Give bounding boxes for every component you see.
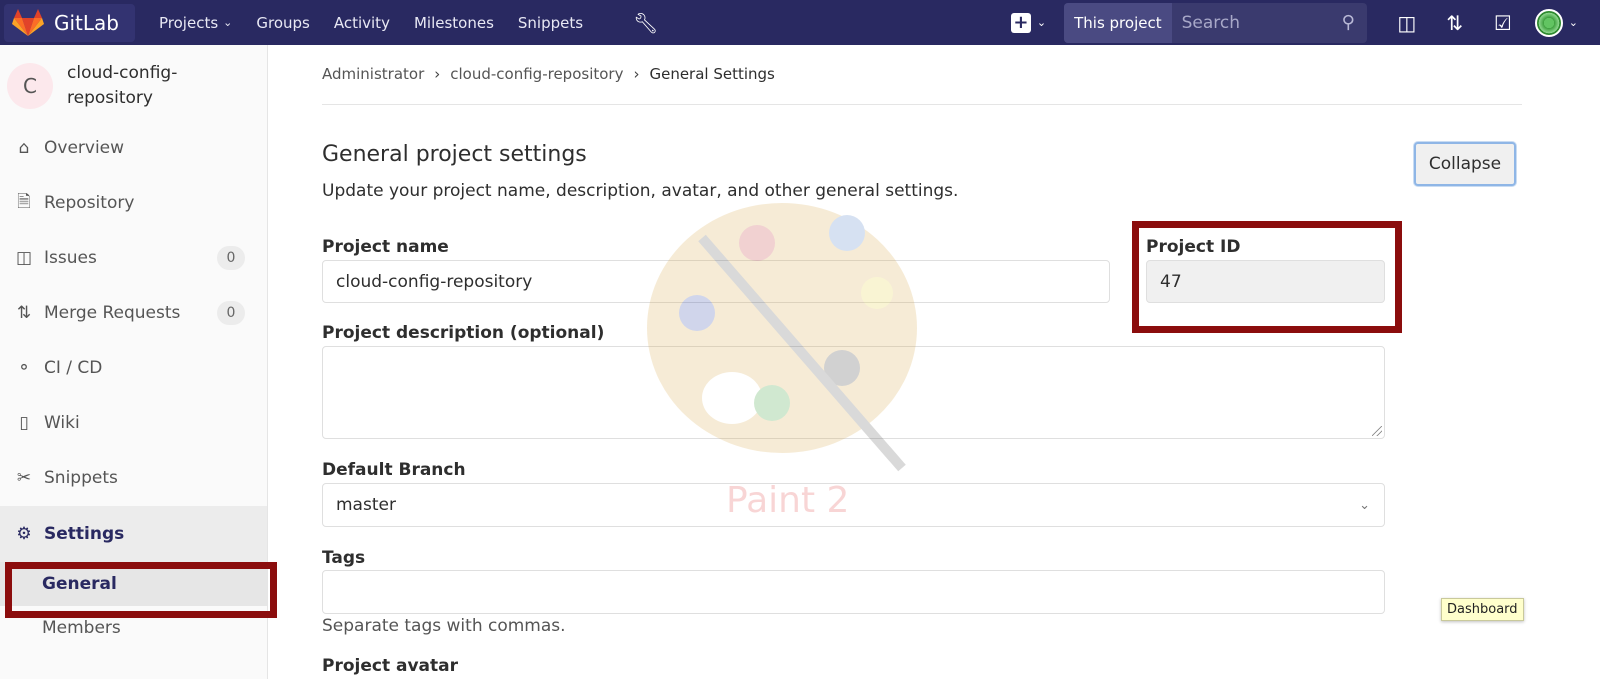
project-id-highlight — [1132, 221, 1402, 333]
sidebar-item-label: Wiki — [44, 413, 80, 433]
default-branch-select[interactable]: master ⌄ — [322, 483, 1385, 527]
merge-request-icon[interactable]: ⇅ — [1431, 11, 1479, 35]
project-name-value: cloud-config-repository — [336, 271, 533, 292]
resize-handle-icon[interactable] — [1372, 426, 1382, 436]
nav-milestones-label: Milestones — [413, 13, 494, 32]
search-icon[interactable]: ⚲ — [1342, 12, 1355, 33]
sidebar-item-snippets[interactable]: ✂︎ Snippets — [0, 453, 267, 503]
search-box: This project ⚲ — [1064, 2, 1367, 43]
new-dropdown-button[interactable]: + ⌄ — [1010, 12, 1047, 33]
sidebar-item-label: Issues — [44, 248, 97, 268]
sidebar-item-merge-requests[interactable]: ⇅ Merge Requests 0 — [0, 288, 267, 338]
breadcrumb-current[interactable]: General Settings — [649, 65, 774, 83]
rocket-icon: ⚬ — [16, 358, 32, 378]
avatar — [1534, 8, 1563, 37]
user-menu[interactable]: ⌄ — [1534, 8, 1578, 37]
sidebar-item-ci-cd[interactable]: ⚬ CI / CD — [0, 343, 267, 393]
merge-requests-count-badge: 0 — [217, 301, 245, 325]
tags-help-text: Separate tags with commas. — [322, 616, 566, 636]
sidebar-item-label: Repository — [44, 193, 135, 213]
nav-snippets[interactable]: Snippets — [518, 14, 583, 32]
sidebar-item-label: Snippets — [44, 468, 118, 488]
section-title: General project settings — [322, 142, 587, 167]
chevron-down-icon: ⌄ — [1036, 16, 1047, 29]
sidebar-item-label: Settings — [44, 524, 125, 544]
main-content: Administrator › cloud-config-repository … — [268, 45, 1600, 679]
paint-palette-watermark-icon — [647, 203, 917, 472]
sidebar-item-label: Overview — [44, 138, 125, 158]
search-scope[interactable]: This project — [1064, 2, 1172, 43]
default-branch-label: Default Branch — [322, 460, 466, 480]
nav-projects-label: Projects — [159, 13, 219, 32]
scissors-icon: ✂︎ — [16, 468, 32, 488]
description-label: Project description (optional) — [322, 323, 605, 343]
nav-groups-label: Groups — [256, 13, 310, 32]
sidebar-item-overview[interactable]: ⌂ Overview — [0, 123, 267, 173]
sidebar-item-repository[interactable]: 🗎︎ Repository — [0, 178, 267, 228]
nav-snippets-label: Snippets — [517, 13, 584, 32]
general-highlight — [5, 562, 277, 618]
issues-icon: ◫ — [15, 248, 33, 268]
chevron-down-icon: ⌄ — [1359, 497, 1370, 513]
sidebar-item-settings[interactable]: ⚙︎ Settings — [0, 506, 267, 562]
breadcrumb: Administrator › cloud-config-repository … — [322, 65, 775, 83]
chevron-down-icon: ⌄ — [223, 16, 233, 29]
issues-icon[interactable]: ◫ — [1383, 11, 1431, 35]
todo-check-icon[interactable]: ☑ — [1479, 11, 1527, 35]
sidebar-item-issues[interactable]: ◫ Issues 0 — [0, 233, 267, 283]
top-navbar: GitLab Projects ⌄ Groups Activity Milesto… — [0, 0, 1600, 45]
tags-input[interactable] — [322, 570, 1385, 614]
divider — [322, 104, 1522, 105]
brand-name: GitLab — [54, 10, 119, 35]
project-name-label: Project name — [322, 237, 449, 257]
sidebar-item-wiki[interactable]: ▯ Wiki — [0, 398, 267, 448]
project-avatar: C — [7, 63, 53, 109]
search-input[interactable] — [1171, 2, 1342, 43]
breadcrumb-project[interactable]: cloud-config-repository — [450, 65, 623, 83]
breadcrumb-separator-icon: › — [434, 65, 441, 83]
nav-activity-label: Activity — [333, 13, 390, 32]
document-icon: 🗎︎ — [17, 191, 31, 212]
dashboard-tooltip: Dashboard — [1441, 598, 1524, 621]
gitlab-logo-icon — [12, 8, 44, 36]
breadcrumb-administrator[interactable]: Administrator — [322, 65, 424, 83]
breadcrumb-separator-icon: › — [633, 65, 640, 83]
nav-projects[interactable]: Projects ⌄ — [159, 14, 232, 32]
nav-groups[interactable]: Groups — [256, 14, 309, 32]
nav-milestones[interactable]: Milestones — [414, 14, 494, 32]
book-icon: ▯ — [19, 413, 29, 433]
tags-label: Tags — [322, 548, 366, 568]
chevron-down-icon: ⌄ — [1568, 16, 1578, 29]
sidebar-subitem-label: Members — [42, 618, 121, 638]
project-header[interactable]: C cloud-config-repository — [0, 45, 267, 127]
issues-count-badge: 0 — [217, 246, 245, 270]
wrench-icon[interactable]: 🔧︎ — [633, 11, 658, 35]
sidebar-item-label: Merge Requests — [44, 303, 181, 323]
collapse-button[interactable]: Collapse — [1414, 142, 1516, 186]
watermark-text: Paint 2 — [726, 480, 850, 521]
default-branch-value: master — [336, 495, 396, 515]
gear-icon: ⚙︎ — [16, 524, 32, 544]
nav-activity[interactable]: Activity — [334, 14, 390, 32]
project-name: cloud-config-repository — [67, 63, 178, 108]
merge-request-icon: ⇅ — [16, 303, 32, 323]
plus-square-icon: + — [1010, 12, 1031, 33]
gitlab-home-link[interactable]: GitLab — [4, 3, 135, 42]
project-avatar-label: Project avatar — [322, 656, 459, 676]
sidebar-item-label: CI / CD — [44, 358, 103, 378]
home-icon: ⌂ — [18, 138, 30, 158]
